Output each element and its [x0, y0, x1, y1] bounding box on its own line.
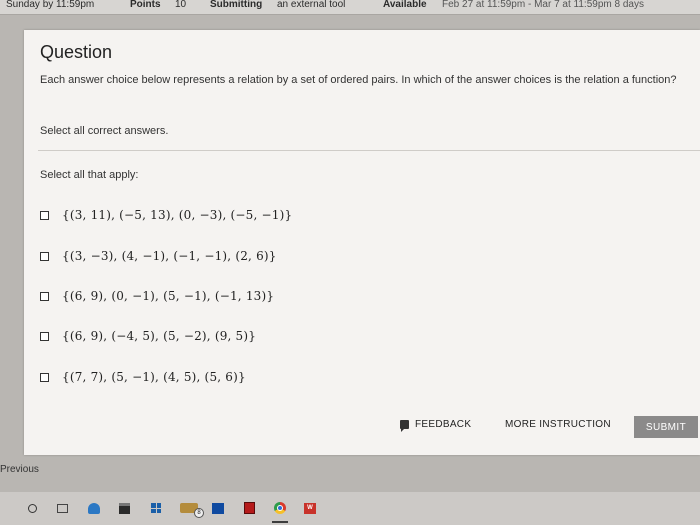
- points-label: Points: [130, 0, 161, 10]
- question-card: Question Each answer choice below repres…: [24, 30, 700, 455]
- answer-choice-5[interactable]: {(7, 7), (5, −1), (4, 5), (5, 6)}: [40, 367, 246, 387]
- question-title: Question: [40, 42, 113, 62]
- search-icon[interactable]: [26, 502, 38, 514]
- submitting-label: Submitting: [210, 0, 263, 10]
- task-view-icon[interactable]: [56, 502, 68, 514]
- mail-icon[interactable]: [212, 502, 224, 514]
- assignment-info-bar: Sunday by 11:59pm Points 10 Submitting a…: [0, 0, 700, 15]
- submitting-value: an external tool: [277, 0, 346, 10]
- checkbox-choice-4[interactable]: [40, 331, 49, 341]
- edge-icon[interactable]: [88, 502, 100, 514]
- checkbox-choice-1[interactable]: [40, 210, 49, 220]
- choice-label: {(6, 9), (0, −1), (5, −1), (−1, 13)}: [62, 289, 275, 303]
- file-explorer-icon[interactable]: 8: [178, 502, 204, 518]
- word-letter: W: [304, 502, 316, 514]
- available-label: Available: [383, 0, 427, 10]
- submit-button[interactable]: SUBMIT: [634, 416, 698, 438]
- chrome-icon[interactable]: [274, 502, 286, 514]
- notification-badge: 8: [194, 508, 204, 518]
- more-instruction-button[interactable]: MORE INSTRUCTION: [505, 416, 611, 432]
- feedback-button[interactable]: FEEDBACK: [400, 416, 471, 432]
- checkbox-choice-2[interactable]: [40, 251, 49, 261]
- question-text: Each answer choice below represents a re…: [40, 74, 677, 86]
- due-date: Sunday by 11:59pm: [6, 0, 95, 10]
- active-app-indicator: [272, 521, 288, 523]
- checkbox-choice-3[interactable]: [40, 291, 49, 301]
- choice-label: {(3, −3), (4, −1), (−1, −1), (2, 6)}: [62, 249, 277, 263]
- answer-choice-3[interactable]: {(6, 9), (0, −1), (5, −1), (−1, 13)}: [40, 286, 274, 306]
- answer-choice-4[interactable]: {(6, 9), (−4, 5), (5, −2), (9, 5)}: [40, 326, 256, 346]
- checkbox-choice-5[interactable]: [40, 372, 49, 382]
- feedback-icon: [400, 419, 409, 432]
- points-value: 10: [175, 0, 187, 10]
- red-app-icon[interactable]: [243, 502, 255, 514]
- windows-icon[interactable]: [150, 502, 162, 514]
- choice-label: {(6, 9), (−4, 5), (5, −2), (9, 5)}: [62, 329, 257, 343]
- previous-button[interactable]: Previous: [0, 464, 39, 475]
- answer-choice-2[interactable]: {(3, −3), (4, −1), (−1, −1), (2, 6)}: [40, 246, 277, 266]
- select-all-label: Select all that apply:: [40, 169, 139, 181]
- question-instruction: Select all correct answers.: [40, 125, 169, 137]
- choice-label: {(3, 11), (−5, 13), (0, −3), (−5, −1)}: [62, 208, 293, 222]
- word-icon[interactable]: W: [304, 502, 316, 514]
- store-icon[interactable]: [118, 502, 130, 514]
- taskbar: 8 W: [0, 492, 700, 525]
- divider: [38, 150, 700, 151]
- available-value: Feb 27 at 11:59pm - Mar 7 at 11:59pm 8 d…: [442, 0, 644, 10]
- answer-choice-1[interactable]: {(3, 11), (−5, 13), (0, −3), (−5, −1)}: [40, 205, 292, 225]
- choice-label: {(7, 7), (5, −1), (4, 5), (5, 6)}: [62, 370, 246, 384]
- feedback-label: FEEDBACK: [415, 418, 472, 430]
